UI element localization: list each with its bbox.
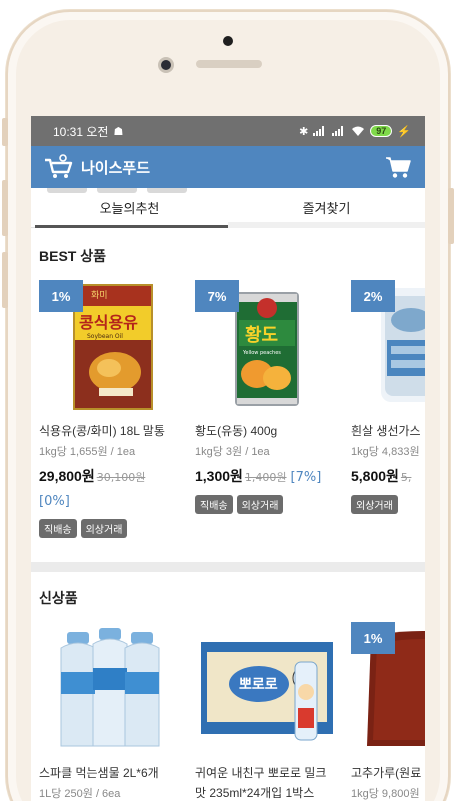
app-header: 나이스푸드	[31, 146, 425, 188]
phone-volume-down	[2, 252, 8, 308]
notification-icon: ☗	[113, 125, 124, 138]
svg-text:황도: 황도	[245, 325, 278, 346]
phone-camera	[158, 57, 174, 73]
product-tags: 직배송 외상거래	[39, 519, 185, 538]
svg-text:콩식용유: 콩식용유	[79, 313, 138, 332]
product-original-price: 30,100원	[96, 471, 146, 484]
product-card[interactable]: 스파클 먹는샘물 2L*6개 1L당 250원 / 6ea	[39, 622, 185, 801]
new-product-list[interactable]: 스파클 먹는샘물 2L*6개 1L당 250원 / 6ea 뽀로로 귀여운 내친…	[39, 622, 425, 801]
section-separator	[31, 562, 425, 572]
product-name[interactable]: 황도(유동) 400g	[195, 422, 341, 440]
product-name[interactable]: 귀여운 내친구 뽀로로 밀크	[195, 764, 341, 782]
product-tags: 직배송 외상거래	[195, 495, 341, 514]
status-bar: 10:31 오전 ☗ ✱ 97 ⚡	[31, 116, 425, 146]
discount-badge: 2%	[351, 280, 395, 312]
product-name[interactable]: 스파클 먹는샘물 2L*6개	[39, 764, 185, 782]
status-time: 10:31 오전	[53, 124, 109, 139]
product-name[interactable]: 고추가루(원료	[351, 764, 425, 782]
svg-text:화미: 화미	[91, 290, 108, 301]
tab-today-recommend[interactable]: 오늘의추천	[31, 188, 228, 228]
product-image-pororo-milk[interactable]: 뽀로로	[195, 622, 341, 754]
phone-sensor	[223, 36, 233, 46]
app-screen: 10:31 오전 ☗ ✱ 97 ⚡ 나이스푸드 오늘의추천 즐겨찾기 BEST …	[31, 116, 425, 801]
product-price: 29,800원	[39, 468, 95, 484]
best-product-list[interactable]: 1% 화미 콩식용유 Soybean Oil 식용유(콩/화미) 18L 말통 …	[39, 280, 425, 538]
product-image-chili-powder[interactable]: 1%	[351, 622, 425, 754]
tag-credit-trade: 외상거래	[236, 495, 284, 514]
svg-text:Yellow peaches: Yellow peaches	[242, 350, 281, 356]
discount-badge: 7%	[195, 280, 239, 312]
product-unit-price: 1kg당 4,833원	[351, 446, 420, 458]
product-card[interactable]: 1% 화미 콩식용유 Soybean Oil 식용유(콩/화미) 18L 말통 …	[39, 280, 185, 538]
new-section-title: 신상품	[39, 590, 78, 606]
discount-rate: [7%]	[290, 470, 322, 485]
product-name[interactable]: 흰살 생선가스	[351, 422, 425, 440]
discount-badge: 1%	[39, 280, 83, 312]
product-original-price: 5,	[400, 471, 412, 484]
svg-text:뽀로로: 뽀로로	[239, 677, 278, 693]
svg-text:Soybean Oil: Soybean Oil	[87, 333, 123, 340]
price-line: 5,800원 5,	[351, 465, 425, 489]
discount-badge: 1%	[351, 622, 395, 654]
tag-credit-trade: 외상거래	[351, 495, 398, 514]
product-image-peach[interactable]: 7% 황도 Yellow peaches	[195, 280, 341, 412]
phone-power-button	[448, 188, 454, 244]
tag-direct-delivery: 직배송	[39, 519, 77, 538]
new-section: 신상품 스파클 먹는샘물 2L*6개 1L당 250원 / 6ea 뽀로로 귀여…	[31, 572, 425, 801]
signal-icon	[313, 126, 325, 136]
cart-icon[interactable]	[385, 155, 411, 179]
product-image-oil[interactable]: 1% 화미 콩식용유 Soybean Oil	[39, 280, 185, 412]
product-price: 1,300원	[195, 468, 243, 484]
product-unit-price: 1kg당 3원 / 1ea	[195, 446, 270, 458]
app-name: 나이스푸드	[81, 159, 151, 177]
product-unit-price: 1L당 250원 / 6ea	[39, 788, 121, 800]
water-bottles-image	[60, 628, 160, 747]
tag-credit-trade: 외상거래	[80, 519, 128, 538]
wifi-icon	[352, 126, 365, 136]
signal-icon-2	[332, 126, 344, 136]
tag-direct-delivery: 직배송	[195, 495, 233, 514]
tab-bar: 오늘의추천 즐겨찾기	[31, 188, 425, 228]
phone-volume-up	[2, 180, 8, 236]
best-section: BEST 상품 1% 화미 콩식용유 Soybean Oil 식용유(콩/화미)…	[31, 228, 425, 538]
product-unit-price: 1kg당 9,800원	[351, 788, 420, 800]
battery-indicator: 97	[370, 125, 393, 137]
bluetooth-icon: ✱	[299, 125, 309, 138]
best-section-title: BEST 상품	[39, 248, 106, 264]
phone-speaker	[196, 60, 262, 68]
product-price: 5,800원	[351, 468, 399, 484]
brand-logo-icon	[45, 154, 73, 178]
product-card[interactable]: 뽀로로 귀여운 내친구 뽀로로 밀크 맛 235ml*24개입 1박스	[195, 622, 341, 801]
price-line: 1,300원 1,400원 [7%]	[195, 465, 341, 489]
product-name[interactable]: 식용유(콩/화미) 18L 말통	[39, 422, 185, 440]
product-unit-price: 1kg당 1,655원 / 1ea	[39, 446, 136, 458]
tab-inactive-underline	[228, 222, 425, 228]
product-image-fish-cutlet[interactable]: 2%	[351, 280, 425, 412]
product-card[interactable]: 7% 황도 Yellow peaches 황도(유동) 400g 1kg당 3원…	[195, 280, 341, 538]
price-line: 29,800원 30,100원 [0%]	[39, 465, 185, 513]
phone-mute-switch	[2, 118, 8, 146]
product-original-price: 1,400원	[244, 471, 287, 484]
discount-rate: [0%]	[39, 494, 70, 509]
product-name-line2[interactable]: 맛 235ml*24개입 1박스	[195, 784, 341, 801]
brand[interactable]: 나이스푸드	[43, 154, 150, 180]
product-card[interactable]: 1% 고추가루(원료 1kg당 9,800원	[351, 622, 425, 801]
product-card[interactable]: 2% 흰살 생선가스 1kg당 4,833원 5,800원 5, 외상거래	[351, 280, 425, 538]
pororo-box-image: 뽀로로	[201, 642, 333, 741]
product-image-water[interactable]	[39, 622, 185, 754]
charging-icon: ⚡	[397, 125, 411, 138]
product-tags: 외상거래	[351, 495, 425, 514]
